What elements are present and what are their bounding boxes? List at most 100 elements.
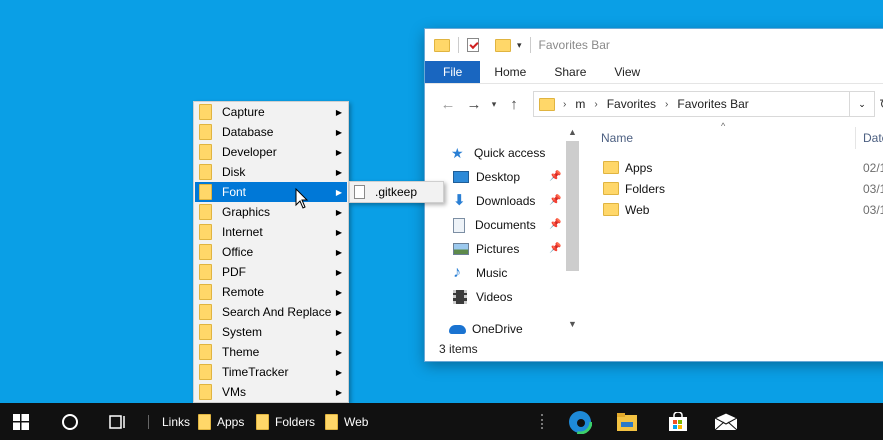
file-row-apps[interactable]: Apps — [603, 157, 652, 178]
folder-icon — [199, 364, 212, 380]
search-button[interactable] — [52, 403, 88, 440]
folder-icon — [199, 224, 212, 240]
links-toolbar-label[interactable]: Links — [162, 403, 190, 440]
menu-item-graphics[interactable]: Graphics ▶ — [195, 202, 347, 222]
folder-icon — [199, 164, 212, 180]
breadcrumb-separator-icon[interactable]: › — [563, 99, 566, 110]
music-icon: ♪ — [453, 264, 461, 281]
scroll-up-icon[interactable]: ▲ — [565, 127, 580, 137]
nav-item-downloads[interactable]: ⬇ Downloads — [453, 190, 535, 212]
breadcrumb-item-m[interactable]: m — [575, 97, 585, 111]
submenu-arrow-icon: ▶ — [335, 207, 342, 217]
submenu-arrow-icon: ▶ — [335, 387, 342, 397]
submenu-arrow-icon: ▶ — [335, 187, 342, 197]
nav-item-quick-access[interactable]: ★ Quick access — [451, 142, 545, 164]
taskbar-link-folders[interactable]: Folders — [256, 403, 315, 440]
file-row-web[interactable]: Web — [603, 199, 649, 220]
breadcrumb-item-favorites-bar[interactable]: Favorites Bar — [677, 97, 748, 111]
video-icon — [453, 290, 467, 304]
title-bar: ▾ Favorites Bar — [425, 29, 883, 61]
font-submenu: .gitkeep — [349, 181, 444, 203]
nav-item-music[interactable]: ♪ Music — [453, 262, 507, 284]
menu-item-timetracker[interactable]: TimeTracker ▶ — [195, 362, 347, 382]
nav-item-documents[interactable]: Documents — [453, 214, 536, 236]
menu-item-pdf[interactable]: PDF ▶ — [195, 262, 347, 282]
breadcrumb-separator-icon[interactable]: › — [665, 99, 668, 110]
submenu-arrow-icon: ▶ — [335, 347, 342, 357]
file-row-folders[interactable]: Folders — [603, 178, 665, 199]
menu-item-system[interactable]: System ▶ — [195, 322, 347, 342]
ribbon-tabs: File Home Share View — [425, 61, 883, 84]
task-view-button[interactable] — [100, 403, 136, 440]
nav-item-pictures[interactable]: Pictures — [453, 238, 519, 260]
menu-item-office[interactable]: Office ▶ — [195, 242, 347, 262]
nav-item-videos[interactable]: Videos — [453, 286, 512, 308]
column-header-date[interactable]: Date — [863, 131, 883, 145]
scroll-down-icon[interactable]: ▼ — [565, 319, 580, 329]
folder-icon — [199, 264, 212, 280]
folder-icon — [199, 104, 212, 120]
submenu-item-gitkeep[interactable]: .gitkeep — [375, 185, 417, 199]
back-arrow-icon[interactable]: ← — [435, 96, 461, 113]
menu-item-remote[interactable]: Remote ▶ — [195, 282, 347, 302]
new-folder-icon[interactable] — [495, 38, 511, 52]
file-list: ^ Name Date Apps 02/1 Folders 03/1 Web 0… — [593, 121, 883, 331]
breadcrumb-separator-icon[interactable]: › — [594, 99, 597, 110]
taskbar-link-apps[interactable]: Apps — [198, 403, 244, 440]
taskbar-app-store[interactable] — [658, 403, 698, 440]
submenu-arrow-icon: ▶ — [335, 107, 342, 117]
refresh-icon[interactable]: ↻ — [875, 96, 883, 113]
tab-share[interactable]: Share — [540, 61, 600, 83]
links-cascade-menu: Capture ▶ Database ▶ Developer ▶ Disk ▶ Font… — [193, 101, 349, 403]
folder-icon — [199, 284, 212, 300]
taskbar-app-mail[interactable] — [706, 403, 746, 440]
tab-file[interactable]: File — [425, 61, 481, 83]
tab-view[interactable]: View — [600, 61, 654, 83]
scrollbar-thumb[interactable] — [566, 141, 579, 271]
pin-icon: 📌 — [549, 243, 562, 254]
nav-item-onedrive[interactable]: OneDrive — [449, 318, 523, 340]
menu-item-internet[interactable]: Internet ▶ — [195, 222, 347, 242]
folder-icon — [199, 384, 212, 400]
start-button[interactable] — [0, 403, 42, 440]
folder-icon — [199, 244, 212, 260]
address-bar[interactable]: › m › Favorites › Favorites Bar — [533, 91, 850, 117]
menu-item-search-and-replace[interactable]: Search And Replace ▶ — [195, 302, 347, 322]
recent-locations-chevron-icon[interactable]: ▾ — [487, 99, 501, 110]
submenu-arrow-icon: ▶ — [335, 147, 342, 157]
submenu-arrow-icon: ▶ — [335, 287, 342, 297]
folder-icon — [199, 344, 212, 360]
menu-item-capture[interactable]: Capture ▶ — [195, 102, 347, 122]
navigation-scrollbar[interactable]: ▲ ▼ — [565, 125, 580, 335]
properties-icon[interactable] — [467, 38, 479, 52]
breadcrumb-item-favorites[interactable]: Favorites — [607, 97, 656, 111]
nav-item-desktop[interactable]: Desktop — [453, 166, 520, 188]
quick-access-dropdown-icon[interactable]: ▾ — [517, 40, 522, 51]
tab-home[interactable]: Home — [480, 61, 540, 83]
toolbar-divider — [148, 415, 149, 429]
taskbar-link-web[interactable]: Web — [325, 403, 368, 440]
menu-item-database[interactable]: Database ▶ — [195, 122, 347, 142]
file-date: 03/1 — [863, 182, 883, 196]
address-row: ← → ▾ ↑ › m › Favorites › Favorites Bar … — [425, 84, 883, 124]
menu-item-disk[interactable]: Disk ▶ — [195, 162, 347, 182]
submenu-arrow-icon: ▶ — [335, 327, 342, 337]
taskbar-app-file-explorer[interactable] — [607, 403, 647, 440]
menu-item-vms[interactable]: VMs ▶ — [195, 382, 347, 402]
file-explorer-icon — [617, 412, 637, 431]
column-header-name[interactable]: Name — [601, 131, 633, 145]
file-date: 03/1 — [863, 203, 883, 217]
folder-icon — [198, 413, 211, 430]
column-divider[interactable] — [855, 127, 856, 149]
up-arrow-icon[interactable]: ↑ — [501, 96, 527, 113]
menu-item-developer[interactable]: Developer ▶ — [195, 142, 347, 162]
menu-item-font[interactable]: Font ▶ — [195, 182, 347, 202]
toolbar-grip[interactable] — [541, 414, 545, 429]
address-dropdown-icon[interactable]: ⌄ — [850, 91, 875, 117]
folder-icon — [199, 184, 212, 200]
taskbar-app-edge[interactable] — [560, 403, 600, 440]
star-icon: ★ — [451, 145, 464, 161]
forward-arrow-icon[interactable]: → — [461, 96, 487, 113]
menu-item-theme[interactable]: Theme ▶ — [195, 342, 347, 362]
submenu-arrow-icon: ▶ — [335, 247, 342, 257]
